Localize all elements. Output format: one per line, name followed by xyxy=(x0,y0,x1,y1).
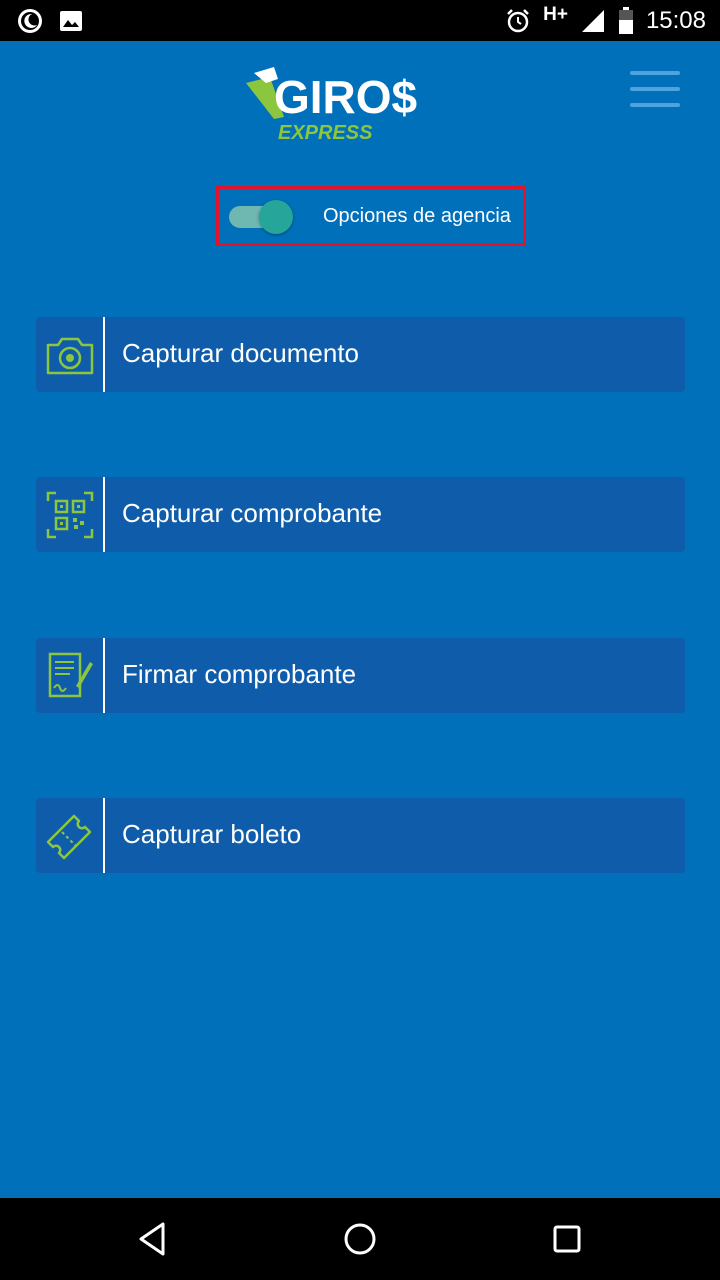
item-divider xyxy=(103,638,105,713)
sign-receipt-label: Firmar comprobante xyxy=(122,659,357,689)
item-divider xyxy=(103,798,105,873)
item-divider xyxy=(103,317,105,392)
toggle-thumb xyxy=(259,200,293,234)
network-type: H+ xyxy=(543,3,568,25)
agency-options-toggle[interactable] xyxy=(229,200,293,234)
agency-options-row: Opciones de agencia xyxy=(216,186,526,246)
image-icon xyxy=(60,11,82,31)
app-screen: GIRO$ EXPRESS Opciones de agencia Captur… xyxy=(0,41,720,1198)
home-icon[interactable] xyxy=(339,1218,381,1260)
moon-icon xyxy=(18,9,42,33)
logo-main-text: GIRO$ xyxy=(274,71,417,123)
camera-icon xyxy=(46,337,94,375)
sign-document-icon xyxy=(48,652,93,698)
signal-icon xyxy=(581,9,604,32)
capture-document-button[interactable]: Capturar documento xyxy=(36,317,685,392)
capture-ticket-button[interactable]: Capturar boleto xyxy=(36,798,685,873)
capture-document-label: Capturar documento xyxy=(122,338,360,368)
item-divider xyxy=(103,477,105,552)
hamburger-icon xyxy=(630,71,682,107)
ticket-icon xyxy=(46,814,92,860)
capture-receipt-button[interactable]: Capturar comprobante xyxy=(36,477,685,552)
status-bar: H+ 15:08 xyxy=(0,0,720,41)
alarm-icon xyxy=(507,8,529,32)
capture-receipt-label: Capturar comprobante xyxy=(122,498,383,528)
agency-options-label: Opciones de agencia xyxy=(323,205,511,227)
battery-icon xyxy=(618,6,633,34)
back-icon[interactable] xyxy=(133,1218,175,1260)
logo-sub-text: EXPRESS xyxy=(278,122,373,144)
hamburger-menu-button[interactable] xyxy=(630,71,682,111)
navigation-bar xyxy=(0,1198,720,1280)
sign-receipt-button[interactable]: Firmar comprobante xyxy=(36,638,685,713)
clock: 15:08 xyxy=(645,6,706,34)
giros-express-logo: GIRO$ EXPRESS xyxy=(244,59,454,145)
qr-code-icon xyxy=(46,491,94,539)
recents-icon[interactable] xyxy=(546,1218,588,1260)
capture-ticket-label: Capturar boleto xyxy=(122,819,302,849)
